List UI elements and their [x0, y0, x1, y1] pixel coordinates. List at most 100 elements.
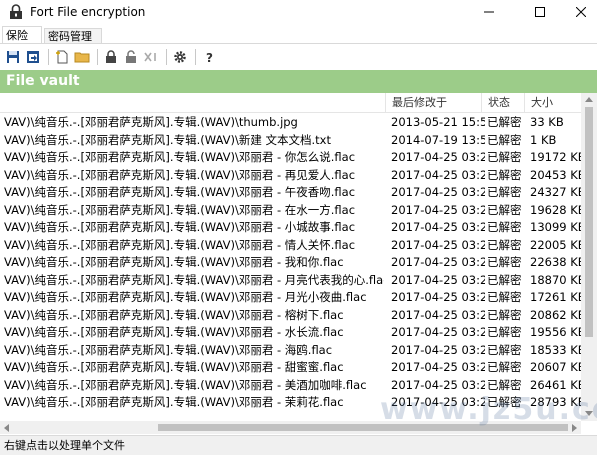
file-size: 19172 KB — [530, 150, 581, 164]
file-size: 22005 KB — [530, 237, 581, 252]
file-size: 18533 KB — [530, 342, 581, 357]
tab-password-manager[interactable]: 密码管理器 — [44, 28, 102, 58]
file-size: 26461 KB — [530, 377, 581, 392]
file-size: 13099 KB — [530, 220, 581, 234]
file-name: VAV)\纯音乐.-.[邓丽君萨克斯风].专辑.(WAV)\邓丽君 - 美酒加咖… — [4, 377, 367, 392]
file-modified-date: 2017-04-25 03:26 — [391, 395, 485, 409]
tab-bar: 保险库 密码管理器 — [0, 24, 597, 59]
file-name: VAV)\纯音乐.-.[邓丽君萨克斯风].专辑.(WAV)\邓丽君 - 月光小夜… — [4, 290, 367, 304]
minimize-button[interactable] — [471, 0, 507, 24]
file-size: 28793 KB — [530, 395, 581, 409]
file-name: VAV)\纯音乐.-.[邓丽君萨克斯风].专辑.(WAV)\邓丽君 - 午夜香吻… — [4, 185, 356, 199]
app-lock-icon — [10, 4, 22, 19]
toolbar-separator — [166, 48, 167, 65]
open-vault-button[interactable] — [24, 48, 42, 66]
vault-header: File vault — [0, 70, 597, 93]
file-row[interactable]: VAV)\纯音乐.-.[邓丽君萨克斯风].专辑.(WAV)\邓丽君 - 海鸥.f… — [0, 342, 581, 359]
file-row[interactable]: VAV)\纯音乐.-.[邓丽君萨克斯风].专辑.(WAV)\邓丽君 - 水长流.… — [0, 324, 581, 341]
folder-icon — [74, 52, 90, 62]
file-row[interactable]: VAV)\纯音乐.-.[邓丽君萨克斯风].专辑.(WAV)\邓丽君 - 茉莉花.… — [0, 394, 581, 411]
file-size: 20453 KB — [530, 167, 581, 182]
file-modified-date: 2014-07-19 13:56 — [391, 132, 485, 147]
file-name: VAV)\纯音乐.-.[邓丽君萨克斯风].专辑.(WAV)\邓丽君 - 月亮代表… — [4, 272, 384, 287]
file-modified-date: 2017-04-25 03:20 — [391, 185, 485, 199]
column-header-name[interactable] — [0, 93, 385, 112]
remove-button[interactable] — [142, 48, 160, 66]
file-status: 已解密 — [487, 220, 522, 234]
file-row[interactable]: VAV)\纯音乐.-.[邓丽君萨克斯风].专辑.(WAV)\邓丽君 - 情人关怀… — [0, 237, 581, 254]
file-size: 20862 KB — [530, 307, 581, 322]
column-header-status[interactable]: 状态 — [481, 93, 524, 112]
file-row[interactable]: VAV)\纯音乐.-.[邓丽君萨克斯风].专辑.(WAV)\邓丽君 - 在水一方… — [0, 202, 581, 219]
decrypt-button[interactable] — [122, 48, 140, 66]
file-row[interactable]: VAV)\纯音乐.-.[邓丽君萨克斯风].专辑.(WAV)\邓丽君 - 小城故事… — [0, 219, 581, 236]
file-row[interactable]: VAV)\纯音乐.-.[邓丽君萨克斯风].专辑.(WAV)\邓丽君 - 再见爱人… — [0, 167, 581, 184]
file-modified-date: 2017-04-25 03:25 — [391, 377, 485, 392]
toolbar: ? — [0, 44, 597, 69]
file-name: VAV)\纯音乐.-.[邓丽君萨克斯风].专辑.(WAV)\邓丽君 - 在水一方… — [4, 202, 356, 217]
window-title: Fort File encryption — [30, 5, 146, 19]
help-icon: ? — [206, 51, 213, 64]
file-name: VAV)\纯音乐.-.[邓丽君萨克斯风].专辑.(WAV)\邓丽君 - 榕树下.… — [4, 307, 344, 322]
settings-button[interactable] — [171, 48, 189, 66]
minimize-icon — [484, 11, 494, 13]
file-name: VAV)\纯音乐.-.[邓丽君萨克斯风].专辑.(WAV)\邓丽君 - 你怎么说… — [4, 150, 356, 164]
vertical-scroll-thumb[interactable] — [585, 107, 593, 337]
file-row[interactable]: VAV)\纯音乐.-.[邓丽君萨克斯风].专辑.(WAV)\thumb.jpg 2… — [0, 114, 581, 131]
file-row[interactable]: VAV)\纯音乐.-.[邓丽君萨克斯风].专辑.(WAV)\邓丽君 - 美酒加咖… — [0, 377, 581, 394]
column-headers: 最后修改于 状态 大小 — [0, 93, 581, 113]
file-modified-date: 2013-05-21 15:52 — [391, 115, 485, 129]
file-size: 24327 KB — [530, 185, 581, 199]
save-button[interactable] — [4, 48, 22, 66]
file-modified-date: 2017-04-25 03:22 — [391, 237, 485, 252]
add-file-button[interactable] — [53, 48, 71, 66]
column-header-date[interactable]: 最后修改于 — [385, 93, 481, 112]
new-file-icon — [56, 50, 68, 63]
scroll-left-icon — [4, 424, 9, 432]
file-row[interactable]: VAV)\纯音乐.-.[邓丽君萨克斯风].专辑.(WAV)\邓丽君 - 我和你.… — [0, 254, 581, 271]
svg-text:?: ? — [206, 51, 213, 64]
settings-icon — [174, 50, 186, 63]
file-name: VAV)\纯音乐.-.[邓丽君萨克斯风].专辑.(WAV)\新建 文本文档.tx… — [4, 132, 331, 147]
file-row[interactable]: VAV)\纯音乐.-.[邓丽君萨克斯风].专辑.(WAV)\邓丽君 - 榕树下.… — [0, 307, 581, 324]
close-button[interactable] — [563, 0, 597, 24]
vertical-scrollbar[interactable] — [581, 93, 597, 421]
file-size: 33 KB — [530, 115, 564, 129]
file-status: 已解密 — [487, 395, 522, 409]
horizontal-scroll-thumb[interactable] — [158, 424, 568, 431]
add-folder-button[interactable] — [73, 48, 91, 66]
file-row[interactable]: VAV)\纯音乐.-.[邓丽君萨克斯风].专辑.(WAV)\邓丽君 - 你怎么说… — [0, 149, 581, 166]
file-status: 已解密 — [487, 360, 522, 374]
file-status: 已解密 — [487, 115, 522, 129]
file-name: VAV)\纯音乐.-.[邓丽君萨克斯风].专辑.(WAV)\邓丽君 - 茉莉花.… — [4, 395, 344, 409]
file-status: 已解密 — [487, 255, 522, 269]
status-bar: 右键点击以处理单个文件 — [0, 435, 597, 455]
file-modified-date: 2017-04-25 03:21 — [391, 167, 485, 182]
file-row[interactable]: VAV)\纯音乐.-.[邓丽君萨克斯风].专辑.(WAV)\邓丽君 - 月光小夜… — [0, 289, 581, 306]
open-icon — [27, 50, 39, 63]
file-size: 19556 KB — [530, 325, 581, 339]
unlock-icon — [126, 49, 136, 63]
file-size: 20607 KB — [530, 360, 581, 374]
file-row[interactable]: VAV)\纯音乐.-.[邓丽君萨克斯风].专辑.(WAV)\邓丽君 - 月亮代表… — [0, 272, 581, 289]
title-bar: Fort File encryption — [0, 0, 597, 24]
file-modified-date: 2017-04-25 03:22 — [391, 202, 485, 217]
file-modified-date: 2017-04-25 03:24 — [391, 325, 485, 339]
file-row[interactable]: VAV)\纯音乐.-.[邓丽君萨克斯风].专辑.(WAV)\邓丽君 - 甜蜜蜜.… — [0, 359, 581, 376]
file-size: 18870 KB — [530, 272, 581, 287]
horizontal-scrollbar[interactable] — [0, 421, 581, 434]
file-name: VAV)\纯音乐.-.[邓丽君萨克斯风].专辑.(WAV)\邓丽君 - 小城故事… — [4, 220, 356, 234]
file-row[interactable]: VAV)\纯音乐.-.[邓丽君萨克斯风].专辑.(WAV)\新建 文本文档.tx… — [0, 132, 581, 149]
maximize-icon — [535, 7, 545, 17]
file-status: 已解密 — [487, 167, 522, 182]
column-header-size[interactable]: 大小 — [524, 93, 581, 112]
maximize-button[interactable] — [522, 0, 558, 24]
encrypt-button[interactable] — [102, 48, 120, 66]
file-status: 已解密 — [487, 237, 522, 252]
toolbar-separator — [195, 48, 196, 65]
tab-vault[interactable]: 保险库 — [2, 26, 42, 59]
file-row[interactable]: VAV)\纯音乐.-.[邓丽君萨克斯风].专辑.(WAV)\邓丽君 - 午夜香吻… — [0, 184, 581, 201]
scroll-right-icon — [572, 424, 577, 432]
help-button[interactable]: ? — [200, 48, 218, 66]
file-status: 已解密 — [487, 307, 522, 322]
